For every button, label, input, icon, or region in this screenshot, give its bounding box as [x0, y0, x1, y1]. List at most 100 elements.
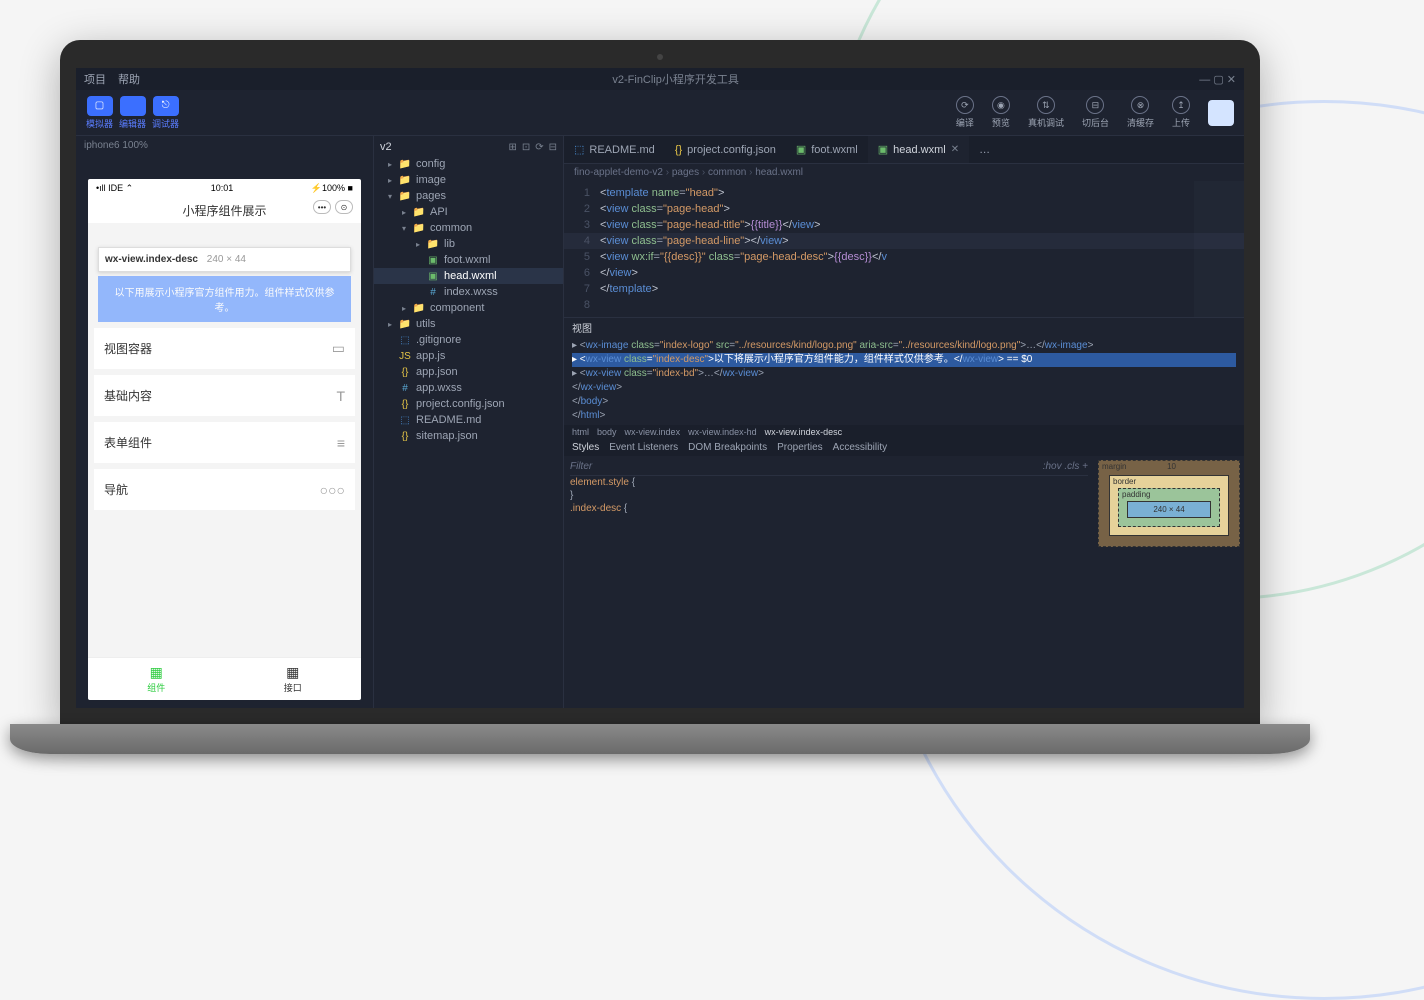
- tree-item-sitemap.json[interactable]: {} sitemap.json: [374, 428, 563, 444]
- styles-tab-Accessibility[interactable]: Accessibility: [833, 442, 887, 453]
- crumb-item[interactable]: wx-view.index-desc: [765, 427, 843, 437]
- elements-breadcrumb[interactable]: html body wx-view.index wx-view.index-hd wx-…: [564, 425, 1244, 439]
- tree-item-README.md[interactable]: ⬚ README.md: [374, 412, 563, 428]
- tool-tab-模拟器[interactable]: ▢模拟器: [86, 96, 113, 130]
- menu-项目[interactable]: 项目: [84, 71, 106, 87]
- element-row[interactable]: </html>: [572, 409, 1236, 423]
- capsule-close-icon[interactable]: ⊙: [335, 200, 353, 214]
- menu-帮助[interactable]: 帮助: [118, 71, 140, 87]
- phone-tabbar: ▦组件 ▦接口: [88, 657, 361, 700]
- file-json-icon: {}: [398, 399, 412, 410]
- avatar[interactable]: [1208, 100, 1234, 126]
- folder-icon: 📁: [398, 319, 412, 330]
- elements-panel[interactable]: ▸ <wx-image class="index-logo" src="../r…: [564, 337, 1244, 425]
- devtools: 视图 ▸ <wx-image class="index-logo" src=".…: [564, 317, 1244, 708]
- capsule-menu-icon[interactable]: •••: [313, 200, 331, 214]
- tree-item-index.wxss[interactable]: # index.wxss: [374, 284, 563, 300]
- tree-item-config[interactable]: ▸ 📁 config: [374, 156, 563, 172]
- styles-toggles[interactable]: :hov .cls +: [1043, 460, 1088, 473]
- element-row[interactable]: ▸ <wx-view class="index-desc">以下将展示小程序官方…: [572, 353, 1236, 367]
- element-row[interactable]: ▸ <wx-image class="index-logo" src="../r…: [572, 339, 1236, 353]
- styles-filter[interactable]: Filter: [570, 460, 592, 473]
- crumb-item[interactable]: wx-view.index: [625, 427, 681, 437]
- styles-tab-Styles[interactable]: Styles: [572, 442, 599, 453]
- tree-item-utils[interactable]: ▸ 📁 utils: [374, 316, 563, 332]
- tool-tab-编辑器[interactable]: 编辑器: [119, 96, 146, 130]
- tree-item-app.wxss[interactable]: # app.wxss: [374, 380, 563, 396]
- editor-tab-README.md[interactable]: ⬚ README.md: [564, 136, 665, 163]
- tree-item-project.config.json[interactable]: {} project.config.json: [374, 396, 563, 412]
- toolbar-编译[interactable]: ⟳编译: [956, 96, 974, 129]
- phone-title-text: 小程序组件展示: [182, 204, 266, 218]
- file-json-icon: {}: [675, 144, 682, 156]
- file-explorer: v2 ⊞ ⊡ ⟳ ⊟ ▸ 📁 config ▸ 📁 image ▾ 📁 page…: [374, 136, 564, 708]
- status-signal: •ıll IDE ⌃: [96, 183, 133, 194]
- editor-area: ⬚ README.md {} project.config.json ▣ foo…: [564, 136, 1244, 708]
- new-folder-icon[interactable]: ⊡: [522, 142, 530, 153]
- laptop-frame: 项目帮助 v2-FinClip小程序开发工具 — ▢ ✕ ▢模拟器 编辑器 ⎋调…: [60, 40, 1260, 754]
- collapse-icon[interactable]: ⊟: [549, 142, 557, 153]
- file-wxml-icon: ▣: [426, 271, 440, 282]
- list-item[interactable]: 视图容器▭: [94, 328, 355, 369]
- styles-tab-Properties[interactable]: Properties: [777, 442, 823, 453]
- new-file-icon[interactable]: ⊞: [508, 142, 516, 153]
- editor-tab-foot.wxml[interactable]: ▣ foot.wxml: [786, 136, 868, 163]
- list-item[interactable]: 导航○○○: [94, 469, 355, 510]
- file-json-icon: {}: [398, 431, 412, 442]
- toolbar-切后台[interactable]: ⊟切后台: [1082, 96, 1109, 129]
- file-wxml-icon: ▣: [878, 143, 888, 156]
- tree-item-app.js[interactable]: JS app.js: [374, 348, 563, 364]
- tree-item-API[interactable]: ▸ 📁 API: [374, 204, 563, 220]
- tree-item-image[interactable]: ▸ 📁 image: [374, 172, 563, 188]
- element-row[interactable]: </wx-view>: [572, 381, 1236, 395]
- editor-tab-head.wxml[interactable]: ▣ head.wxml✕: [868, 136, 969, 163]
- window-title: v2-FinClip小程序开发工具: [152, 71, 1199, 87]
- bm-padding-label: padding: [1122, 490, 1150, 499]
- styles-tab-Event Listeners[interactable]: Event Listeners: [609, 442, 678, 453]
- toolbar-清缓存[interactable]: ⊗清缓存: [1127, 96, 1154, 129]
- minimap[interactable]: [1194, 181, 1244, 317]
- file-wxml-icon: ▣: [796, 143, 806, 156]
- tree-item-lib[interactable]: ▸ 📁 lib: [374, 236, 563, 252]
- tree-item-.gitignore[interactable]: ⬚ .gitignore: [374, 332, 563, 348]
- window-controls[interactable]: — ▢ ✕: [1199, 73, 1236, 86]
- tree-item-foot.wxml[interactable]: ▣ foot.wxml: [374, 252, 563, 268]
- close-icon[interactable]: ✕: [951, 144, 959, 155]
- bm-margin-top: 10: [1167, 462, 1176, 471]
- styles-panel[interactable]: Filter :hov .cls + element.style { }.ind…: [564, 456, 1094, 708]
- refresh-icon[interactable]: ⟳: [535, 142, 543, 153]
- toolbar-预览[interactable]: ◉预览: [992, 96, 1010, 129]
- file-js-icon: JS: [398, 351, 412, 362]
- crumb-item[interactable]: wx-view.index-hd: [688, 427, 757, 437]
- toolbar-真机调试[interactable]: ⇅真机调试: [1028, 96, 1064, 129]
- folder-icon: 📁: [412, 223, 426, 234]
- folder-icon: 📁: [398, 159, 412, 170]
- tabbar-组件[interactable]: ▦组件: [88, 658, 225, 700]
- toolbar-上传[interactable]: ↥上传: [1172, 96, 1190, 129]
- file-json-icon: {}: [398, 367, 412, 378]
- styles-tab-DOM Breakpoints[interactable]: DOM Breakpoints: [688, 442, 767, 453]
- code-editor[interactable]: 1<template name="head">2 <view class="pa…: [564, 181, 1244, 317]
- crumb-item[interactable]: body: [597, 427, 617, 437]
- folder-icon: 📁: [412, 303, 426, 314]
- tree-item-head.wxml[interactable]: ▣ head.wxml: [374, 268, 563, 284]
- explorer-header: v2 ⊞ ⊡ ⟳ ⊟: [374, 138, 563, 156]
- element-row[interactable]: ▸ <wx-view class="index-bd">…</wx-view>: [572, 367, 1236, 381]
- editor-tab-project.config.json[interactable]: {} project.config.json: [665, 136, 786, 163]
- crumb-item[interactable]: html: [572, 427, 589, 437]
- tree-item-component[interactable]: ▸ 📁 component: [374, 300, 563, 316]
- devtools-tab[interactable]: 视图: [572, 320, 592, 335]
- tabbar-接口[interactable]: ▦接口: [225, 658, 362, 700]
- breadcrumb: fino-applet-demo-v2pagescommonhead.wxml: [564, 164, 1244, 181]
- tree-item-common[interactable]: ▾ 📁 common: [374, 220, 563, 236]
- file-md-icon: ⬚: [398, 335, 412, 346]
- tree-item-app.json[interactable]: {} app.json: [374, 364, 563, 380]
- list-item[interactable]: 表单组件≡: [94, 422, 355, 463]
- more-tabs-icon[interactable]: …: [969, 136, 1000, 163]
- list-item[interactable]: 基础内容T: [94, 375, 355, 416]
- element-row[interactable]: </body>: [572, 395, 1236, 409]
- highlighted-element[interactable]: 以下用展示小程序官方组件用力。组件样式仅供参考。: [98, 276, 351, 322]
- tree-item-pages[interactable]: ▾ 📁 pages: [374, 188, 563, 204]
- tool-tab-调试器[interactable]: ⎋调试器: [152, 96, 179, 130]
- phone-statusbar: •ıll IDE ⌃ 10:01 ⚡100% ■: [88, 179, 361, 198]
